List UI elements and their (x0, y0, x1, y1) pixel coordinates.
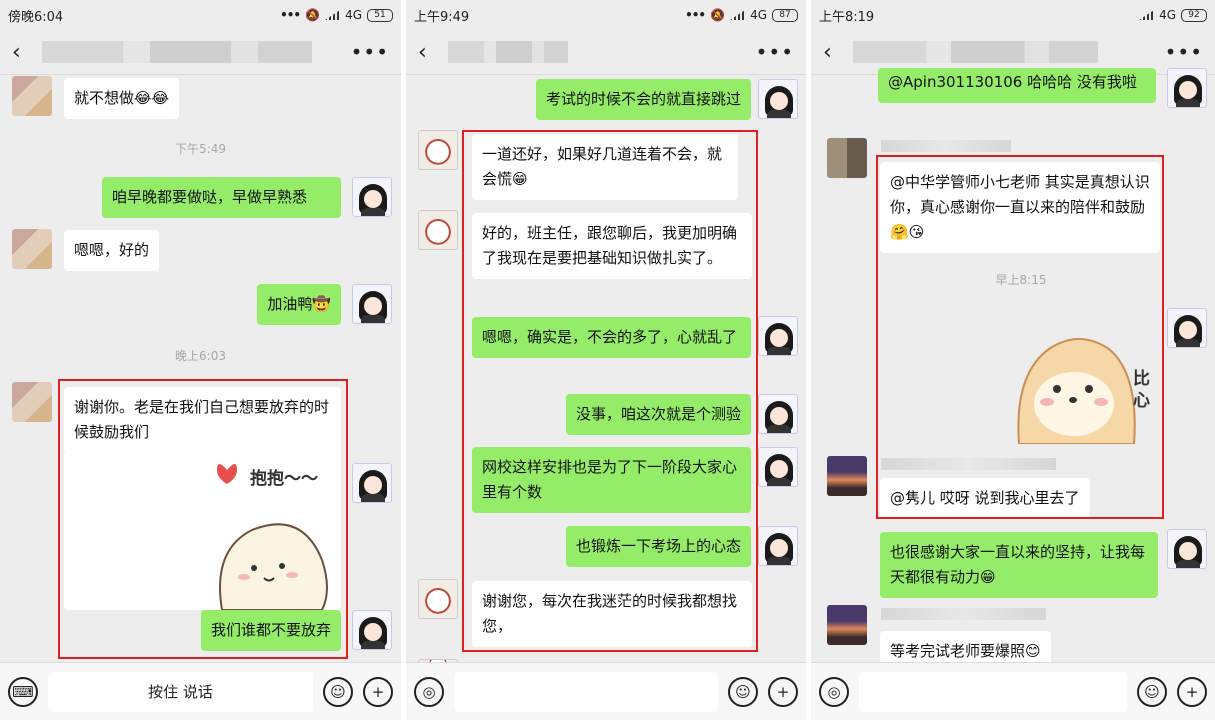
message-input[interactable] (454, 672, 718, 712)
signal-icon (730, 10, 745, 20)
avatar[interactable] (418, 210, 458, 250)
battery-icon: 51 (367, 9, 393, 22)
emoji-icon[interactable]: ☺ (1137, 677, 1167, 707)
avatar[interactable] (758, 526, 798, 566)
plus-icon[interactable]: + (768, 677, 798, 707)
avatar[interactable] (418, 579, 458, 619)
mute-icon: 🔕 (710, 8, 725, 22)
status-bar: 傍晚6:04 ••• 🔕 4G 51 (0, 0, 401, 30)
plus-icon[interactable]: + (363, 677, 393, 707)
chat-header: ‹ ••• (406, 30, 806, 75)
avatar[interactable] (1167, 529, 1207, 569)
status-time: 上午9:49 (414, 6, 469, 25)
message-bubble: 也很感谢大家一直以来的坚持，让我每天都很有动力😁 (880, 532, 1158, 598)
highlight-box (876, 155, 1164, 519)
avatar[interactable] (12, 382, 52, 422)
voice-icon[interactable]: ◎ (414, 677, 444, 707)
network-type: 4G (1159, 8, 1176, 22)
message-list[interactable]: 就不想做😂😂 下午5:49 咱早晚都要做哒，早做早熟悉 嗯嗯，好的 加油鸭🤠 晚… (0, 76, 401, 662)
avatar[interactable] (12, 229, 52, 269)
timestamp: 下午5:49 (0, 140, 401, 157)
message-bubble: 考试的时候不会的就直接跳过 (536, 79, 751, 120)
status-bar: 上午9:49 ••• 🔕 4G 87 (406, 0, 806, 30)
battery-icon: 87 (772, 9, 798, 22)
back-arrow-icon[interactable]: ‹ (823, 40, 843, 65)
status-bar: 上午8:19 4G 92 (811, 0, 1215, 30)
input-bar: ◎ ☺ + (811, 662, 1215, 720)
avatar[interactable] (1167, 68, 1207, 108)
highlight-box (462, 130, 758, 652)
message-bubble: 加油鸭🤠 (257, 284, 341, 325)
avatar[interactable] (352, 610, 392, 650)
message-list[interactable]: @Apin301130106 哈哈哈 没有我啦 @中华学管师小七老师 其实是真想… (811, 76, 1215, 662)
network-type: 4G (750, 8, 767, 22)
avatar[interactable] (827, 138, 867, 178)
chat-screen-2: 上午9:49 ••• 🔕 4G 87 ‹ ••• 考试的时候不会的就直接跳过 一… (406, 0, 806, 720)
avatar[interactable] (827, 605, 867, 645)
signal-icon (325, 10, 340, 20)
input-bar: ⌨ 按住 说话 ☺ + (0, 662, 401, 720)
message-bubble: @Apin301130106 哈哈哈 没有我啦 (878, 68, 1156, 103)
avatar[interactable] (758, 316, 798, 356)
more-notifications-icon: ••• (280, 8, 300, 22)
status-time: 上午8:19 (819, 6, 874, 25)
chat-title-blurred (853, 41, 1098, 63)
voice-icon[interactable]: ◎ (819, 677, 849, 707)
highlight-box (58, 379, 348, 659)
chat-header: ‹ ••• (0, 30, 401, 75)
message-input[interactable] (859, 672, 1127, 712)
more-icon[interactable]: ••• (351, 40, 389, 64)
more-icon[interactable]: ••• (756, 40, 794, 64)
signal-icon (1139, 10, 1154, 20)
timestamp: 晚上6:03 (0, 347, 401, 364)
message-bubble: 咱早晚都要做哒，早做早熟悉 (102, 177, 341, 218)
hold-to-talk-button[interactable]: 按住 说话 (48, 672, 313, 712)
avatar[interactable] (758, 79, 798, 119)
avatar[interactable] (352, 284, 392, 324)
avatar[interactable] (1167, 308, 1207, 348)
avatar[interactable] (352, 177, 392, 217)
message-list[interactable]: 考试的时候不会的就直接跳过 一道还好，如果好几道连着不会，就会慌😁 好的，班主任… (406, 76, 806, 662)
battery-icon: 92 (1181, 9, 1207, 22)
chat-screen-3: 上午8:19 4G 92 ‹ ••• @Apin301130106 哈哈哈 没有… (811, 0, 1215, 720)
back-arrow-icon[interactable]: ‹ (12, 40, 32, 65)
emoji-icon[interactable]: ☺ (323, 677, 353, 707)
avatar[interactable] (758, 394, 798, 434)
input-bar: ◎ ☺ + (406, 662, 806, 720)
emoji-icon[interactable]: ☺ (728, 677, 758, 707)
avatar[interactable] (418, 130, 458, 170)
chat-title-blurred (42, 41, 312, 63)
avatar[interactable] (352, 463, 392, 503)
keyboard-icon[interactable]: ⌨ (8, 677, 38, 707)
chat-screen-1: 傍晚6:04 ••• 🔕 4G 51 ‹ ••• 就不想做😂😂 下午5:49 咱… (0, 0, 401, 720)
sender-name-blurred (881, 608, 1046, 620)
network-type: 4G (345, 8, 362, 22)
status-time: 傍晚6:04 (8, 6, 63, 25)
avatar[interactable] (827, 456, 867, 496)
mute-icon: 🔕 (305, 8, 320, 22)
message-bubble: 就不想做😂😂 (64, 78, 179, 119)
chat-title-blurred (448, 41, 568, 63)
back-arrow-icon[interactable]: ‹ (418, 40, 438, 65)
more-icon[interactable]: ••• (1165, 40, 1203, 64)
sender-name-blurred (881, 140, 1011, 152)
plus-icon[interactable]: + (1177, 677, 1207, 707)
avatar[interactable] (12, 76, 52, 116)
message-bubble: 嗯嗯，好的 (64, 230, 159, 271)
avatar[interactable] (758, 447, 798, 487)
more-notifications-icon: ••• (685, 8, 705, 22)
